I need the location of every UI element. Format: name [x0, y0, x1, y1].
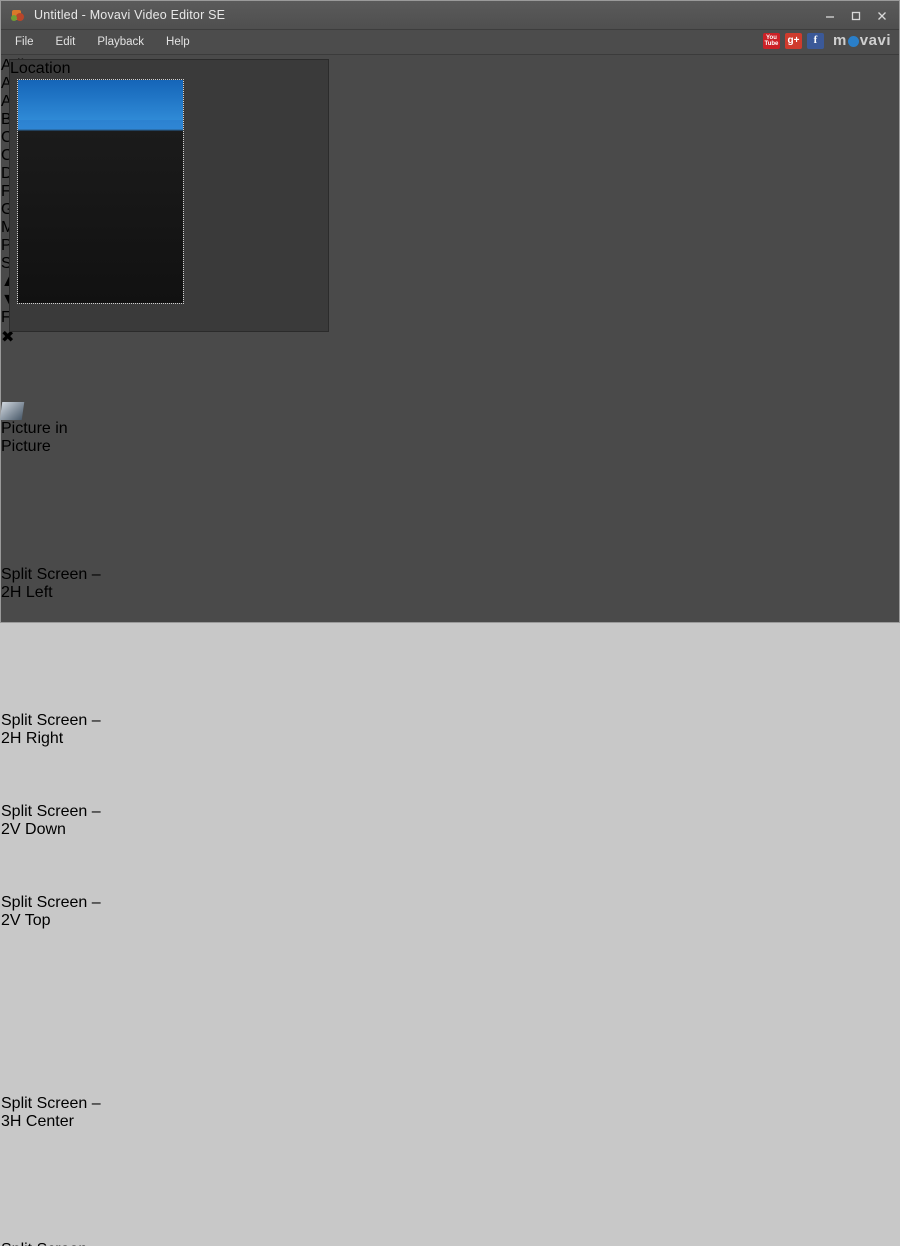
effect-thumbnail-cell[interactable]: Split Screen – 2V Top — [1, 839, 899, 930]
effect-thumbnail-cell[interactable]: Split Screen – 3H Center — [1, 930, 899, 1131]
effect-thumbnail-cell[interactable]: Split Screen – 2V Down — [1, 748, 899, 839]
effect-thumbnail-image — [1, 1131, 899, 1241]
effect-thumbnail-image — [1, 839, 899, 894]
effect-thumbnail-image — [1, 602, 899, 712]
effect-thumbnail-label: Split Screen – 2H Right — [1, 712, 101, 747]
effect-thumbnail-cell[interactable]: Picture in Picture — [0, 347, 899, 456]
preview-overlay-label: Location — [10, 60, 71, 77]
app-icon — [10, 7, 26, 23]
window-controls — [817, 1, 895, 30]
wordmark-m: m — [832, 32, 847, 49]
effect-thumbnail-label: Split Screen – 2V Top — [1, 894, 101, 929]
youtube-icon[interactable]: You Tube — [762, 32, 780, 49]
video-preview-panel[interactable]: Location — [9, 59, 329, 332]
effect-thumbnail-label: Split Screen – 3H Center — [1, 1095, 101, 1130]
menu-file[interactable]: File — [15, 36, 34, 48]
menu-playback[interactable]: Playback — [97, 36, 144, 48]
globe-o-icon — [847, 36, 859, 47]
effect-thumbnail-image — [1, 748, 899, 803]
effect-thumbnail-label: Split Screen – 3H Left — [1, 1241, 101, 1246]
brand-social-bar: You Tube g+ f m vavi — [762, 32, 891, 49]
movavi-wordmark: m vavi — [833, 32, 891, 49]
effect-thumbnail-image — [1, 456, 899, 566]
minimize-button[interactable] — [817, 6, 843, 26]
effect-thumbnail-label: Split Screen – 2V Down — [1, 803, 101, 838]
effect-thumbnail-label: Picture in Picture — [1, 420, 68, 455]
effect-thumbnail-image — [1, 930, 899, 1095]
preview-image-colosseum — [17, 79, 184, 304]
menu-help[interactable]: Help — [166, 36, 190, 48]
close-button[interactable] — [869, 6, 895, 26]
movavi-video-editor-window: Untitled - Movavi Video Editor SE File E… — [0, 0, 900, 1246]
effect-thumbnail-image — [0, 347, 899, 420]
wordmark-vavi: vavi — [859, 32, 891, 49]
menu-edit[interactable]: Edit — [56, 36, 76, 48]
effect-thumbnail-cell[interactable]: Split Screen – 2H Left — [1, 456, 899, 602]
window-title: Untitled - Movavi Video Editor SE — [34, 8, 226, 22]
effect-thumbnail-cell[interactable]: Split Screen – 3H Left — [1, 1131, 899, 1246]
effect-thumbnail-cell[interactable]: Split Screen – 2H Right — [1, 602, 899, 748]
maximize-button[interactable] — [843, 6, 869, 26]
title-bar: Untitled - Movavi Video Editor SE — [1, 1, 899, 30]
effects-thumbnail-grid[interactable]: Picture in Picture Split Screen – 2H Left… — [0, 347, 899, 1246]
facebook-icon[interactable]: f — [806, 32, 824, 49]
googleplus-icon[interactable]: g+ — [784, 32, 802, 49]
youtube-bottom-text: Tube — [764, 40, 779, 47]
effect-thumbnail-label: Split Screen – 2H Left — [1, 566, 101, 601]
